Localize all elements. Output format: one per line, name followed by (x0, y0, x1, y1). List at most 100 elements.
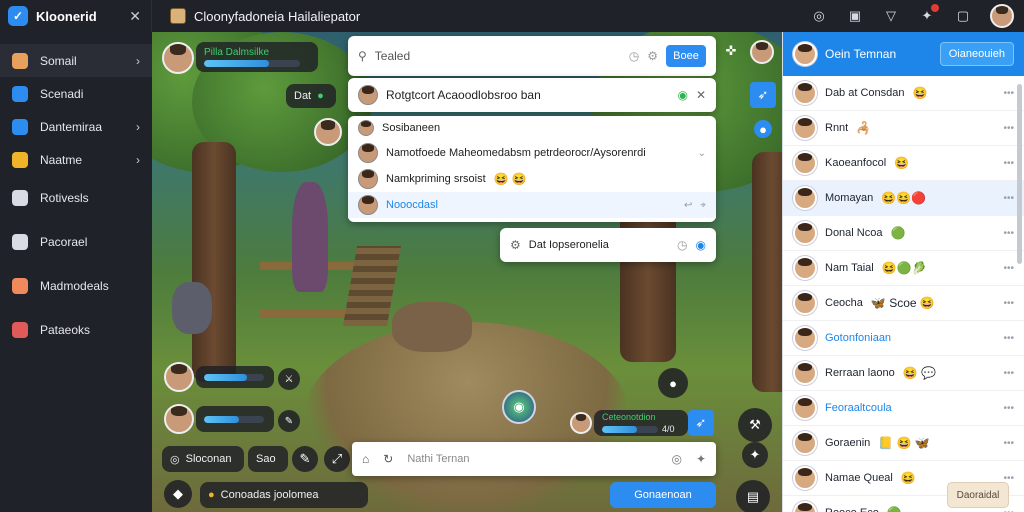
sidebar-item[interactable]: Pataeoks (0, 308, 152, 352)
chip-button[interactable]: Sao (248, 446, 288, 472)
window-icon[interactable]: ▢ (954, 7, 972, 25)
chat-emoji: 😆 💬 (902, 366, 936, 380)
more-icon[interactable]: ••• (1003, 263, 1014, 274)
expand-icon[interactable]: ⤢ (324, 446, 350, 472)
chat-name: Kaoeanfocol (825, 157, 887, 169)
sidebar-item[interactable]: Somail › (0, 44, 152, 77)
chat-row[interactable]: Ceocha 🦋 Scoe 😆 ••• (783, 286, 1024, 321)
npc-avatar[interactable] (750, 40, 774, 64)
feather-icon[interactable]: ➶ (750, 82, 776, 108)
globe-icon[interactable]: ● (754, 120, 772, 138)
more-icon[interactable]: ••• (1003, 158, 1014, 169)
chat-row[interactable]: Rnnt 🦂 ••• (783, 111, 1024, 146)
chat-header-button[interactable]: Oianeouieh (939, 42, 1014, 66)
refresh-icon[interactable]: ↻ (383, 452, 393, 466)
dropdown-panel: Sosibaneen Namotfoede Maheomedabsm petrd… (348, 116, 716, 222)
wand-icon[interactable]: ✦ (742, 442, 768, 468)
message-input[interactable]: Nathi Ternan (407, 453, 657, 465)
search-input[interactable]: Tealed (375, 49, 621, 63)
bookmark-icon[interactable]: ▽ (882, 7, 900, 25)
more-icon[interactable]: ••• (1003, 508, 1014, 512)
reply-icon[interactable]: ↩ (684, 200, 692, 211)
more-icon[interactable]: ••• (1003, 333, 1014, 344)
more-icon[interactable]: ••• (1003, 368, 1014, 379)
chat-row[interactable]: Nam Taial 😆🟢🥬 ••• (783, 251, 1024, 286)
chat-avatar (793, 466, 817, 490)
scrollbar[interactable] (1017, 84, 1022, 264)
more-icon[interactable]: ••• (1003, 88, 1014, 99)
more-icon[interactable]: ••• (1003, 228, 1014, 239)
health-bar (204, 60, 300, 67)
chat-row[interactable]: Rerraan laono 😆 💬 ••• (783, 356, 1024, 391)
chat-avatar (793, 361, 817, 385)
close-icon[interactable]: ✕ (696, 88, 706, 102)
chip-label: Sao (256, 453, 276, 465)
player-avatar[interactable] (162, 42, 194, 74)
barrel (172, 282, 212, 334)
row-text: Namotfoede Maheomedabsm petrdeorocr/Ayso… (386, 147, 646, 159)
chat-row[interactable]: Kaoeanfocol 😆 ••• (783, 146, 1024, 181)
chevron-circle-icon[interactable]: ◉ (696, 238, 706, 252)
sidebar-item[interactable]: Madmodeals (0, 264, 152, 308)
chat-row[interactable]: Feoraaltcoula ••• (783, 391, 1024, 426)
more-icon[interactable]: ••• (1003, 123, 1014, 134)
search-button[interactable]: Boee (666, 45, 706, 67)
more-icon[interactable]: ••• (1003, 403, 1014, 414)
dot-icon[interactable]: ● (658, 368, 688, 398)
dropdown-row[interactable]: Namkpriming srsoist 😆 😆 (348, 166, 716, 192)
globe-icon[interactable]: ◎ (671, 452, 681, 466)
chat-title: Oein Temnan (825, 47, 897, 61)
sidebar-item[interactable]: Rotivesls (0, 176, 152, 220)
portal-orb-icon[interactable]: ◉ (502, 390, 536, 424)
npc-avatar[interactable] (314, 118, 342, 146)
diamond-icon[interactable]: ◆ (164, 480, 192, 508)
hammer-icon[interactable]: ⚒ (738, 408, 772, 442)
send-button[interactable]: Gonaenoan (610, 482, 716, 508)
dropdown-row[interactable]: Namotfoede Maheomedabsm petrdeorocr/Ayso… (348, 140, 716, 166)
gear-icon[interactable]: ⚙ (647, 49, 658, 63)
shield-icon (12, 322, 28, 338)
backpack-icon[interactable]: ▤ (736, 480, 770, 512)
spark-icon[interactable]: ✦ (696, 452, 706, 466)
game-scene[interactable]: Pilla Dalmsilke Dat ● ⚔ ✎ ◎ Sloconan Sao… (152, 32, 782, 512)
chat-row[interactable]: Dab at Consdan 😆 ••• (783, 76, 1024, 111)
chip-button[interactable]: ◎ Sloconan (162, 446, 244, 472)
small-pill[interactable]: Dat ● (286, 84, 336, 108)
feather-icon[interactable]: ➶ (688, 410, 714, 436)
clock-icon[interactable]: ◷ (677, 238, 687, 252)
gift-icon[interactable]: ✦ (918, 4, 939, 25)
chat-row[interactable]: Momayan 😆😆🔴 ••• (783, 181, 1024, 216)
close-icon[interactable]: ✕ (129, 8, 141, 25)
more-icon[interactable]: ••• (1003, 298, 1014, 309)
sidebar-item[interactable]: Scenadi (0, 77, 152, 110)
clock-icon[interactable]: ◷ (629, 49, 639, 63)
chat-row[interactable]: Donal Ncoa 🟢 ••• (783, 216, 1024, 251)
chat-row[interactable]: Goraenin 📒 😆 🦋 ••• (783, 426, 1024, 461)
chat-name: Rnnt (825, 122, 849, 134)
player-avatar[interactable] (164, 404, 194, 434)
row-link[interactable]: Nooocdasl (386, 199, 676, 211)
check-circle-icon[interactable]: ◉ (677, 88, 687, 102)
chat-row[interactable]: Gotonfoniaan ••• (783, 321, 1024, 356)
target-icon[interactable]: ◎ (810, 7, 828, 25)
player-avatar[interactable] (570, 412, 592, 434)
sword-icon[interactable]: ⚔ (278, 368, 300, 390)
crosshair-icon[interactable]: ✜ (718, 38, 744, 64)
statue (292, 182, 328, 292)
user-avatar[interactable] (990, 4, 1014, 28)
header-avatar (358, 120, 374, 136)
sidebar-item[interactable]: Dantemiraa › (0, 110, 152, 143)
search-result[interactable]: Rotgtcort Acaoodlobsroo ban ◉ ✕ (348, 78, 716, 112)
edit-icon[interactable]: ✎ (292, 446, 318, 472)
pin-icon[interactable]: ✎ (278, 410, 300, 432)
pin-icon[interactable]: ⌖ (700, 200, 706, 211)
chat-footer-button[interactable]: Daoraidal (947, 482, 1009, 508)
more-icon[interactable]: ••• (1003, 438, 1014, 449)
home-icon[interactable]: ⌂ (362, 452, 369, 466)
more-icon[interactable]: ••• (1003, 193, 1014, 204)
player-avatar[interactable] (164, 362, 194, 392)
dropdown-row[interactable]: Nooocdasl ↩ ⌖ (348, 192, 716, 218)
bag-icon[interactable]: ▣ (846, 7, 864, 25)
sidebar-item[interactable]: Pacorael (0, 220, 152, 264)
sidebar-item[interactable]: Naatme › (0, 143, 152, 176)
